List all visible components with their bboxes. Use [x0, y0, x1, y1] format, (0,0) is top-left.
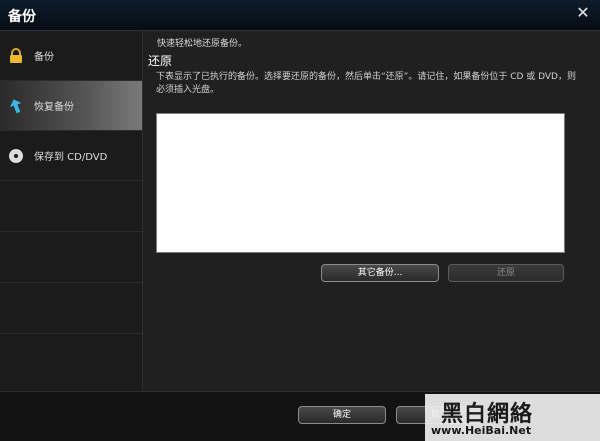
close-icon[interactable]: ✕ — [574, 4, 592, 22]
footer: 确定 取消 黑白網絡 www.HeiBai.Net — [0, 391, 600, 441]
sidebar-item-save-to-disc[interactable]: 保存到 CD/DVD — [0, 131, 142, 181]
restore-button[interactable]: 还原 — [448, 264, 564, 282]
sidebar: 备份 恢复备份 保存到 CD/DVD — [0, 31, 143, 391]
hint-text: 快速轻松地还原备份。 — [157, 39, 248, 49]
ok-button[interactable]: 确定 — [298, 406, 386, 424]
sidebar-empty-slot — [0, 181, 142, 232]
title-bar: 备份 ✕ — [0, 0, 600, 31]
restore-arrow-icon — [8, 98, 24, 114]
sidebar-item-label: 保存到 CD/DVD — [34, 152, 108, 163]
main-panel: 快速轻松地还原备份。 还原 下表显示了已执行的备份。选择要还原的备份，然后单击“… — [143, 31, 600, 391]
sidebar-item-restore[interactable]: 恢复备份 — [0, 81, 142, 131]
description-text: 下表显示了已执行的备份。选择要还原的备份，然后单击“还原”。请记住，如果备份位于… — [156, 72, 576, 95]
other-backups-button[interactable]: 其它备份... — [321, 264, 439, 282]
sidebar-empty-slot — [0, 283, 142, 334]
sidebar-empty-slot — [0, 232, 142, 283]
window-title: 备份 — [8, 9, 36, 25]
backup-list[interactable] — [156, 113, 565, 253]
disc-icon — [8, 148, 24, 164]
lock-icon — [8, 47, 24, 64]
sidebar-item-label: 备份 — [34, 52, 54, 63]
watermark: 黑白網絡 www.HeiBai.Net — [425, 394, 600, 441]
sidebar-item-backup[interactable]: 备份 — [0, 31, 142, 81]
watermark-url: www.HeiBai.Net — [431, 424, 532, 437]
sidebar-item-label: 恢复备份 — [34, 102, 74, 113]
section-title: 还原 — [148, 54, 173, 68]
